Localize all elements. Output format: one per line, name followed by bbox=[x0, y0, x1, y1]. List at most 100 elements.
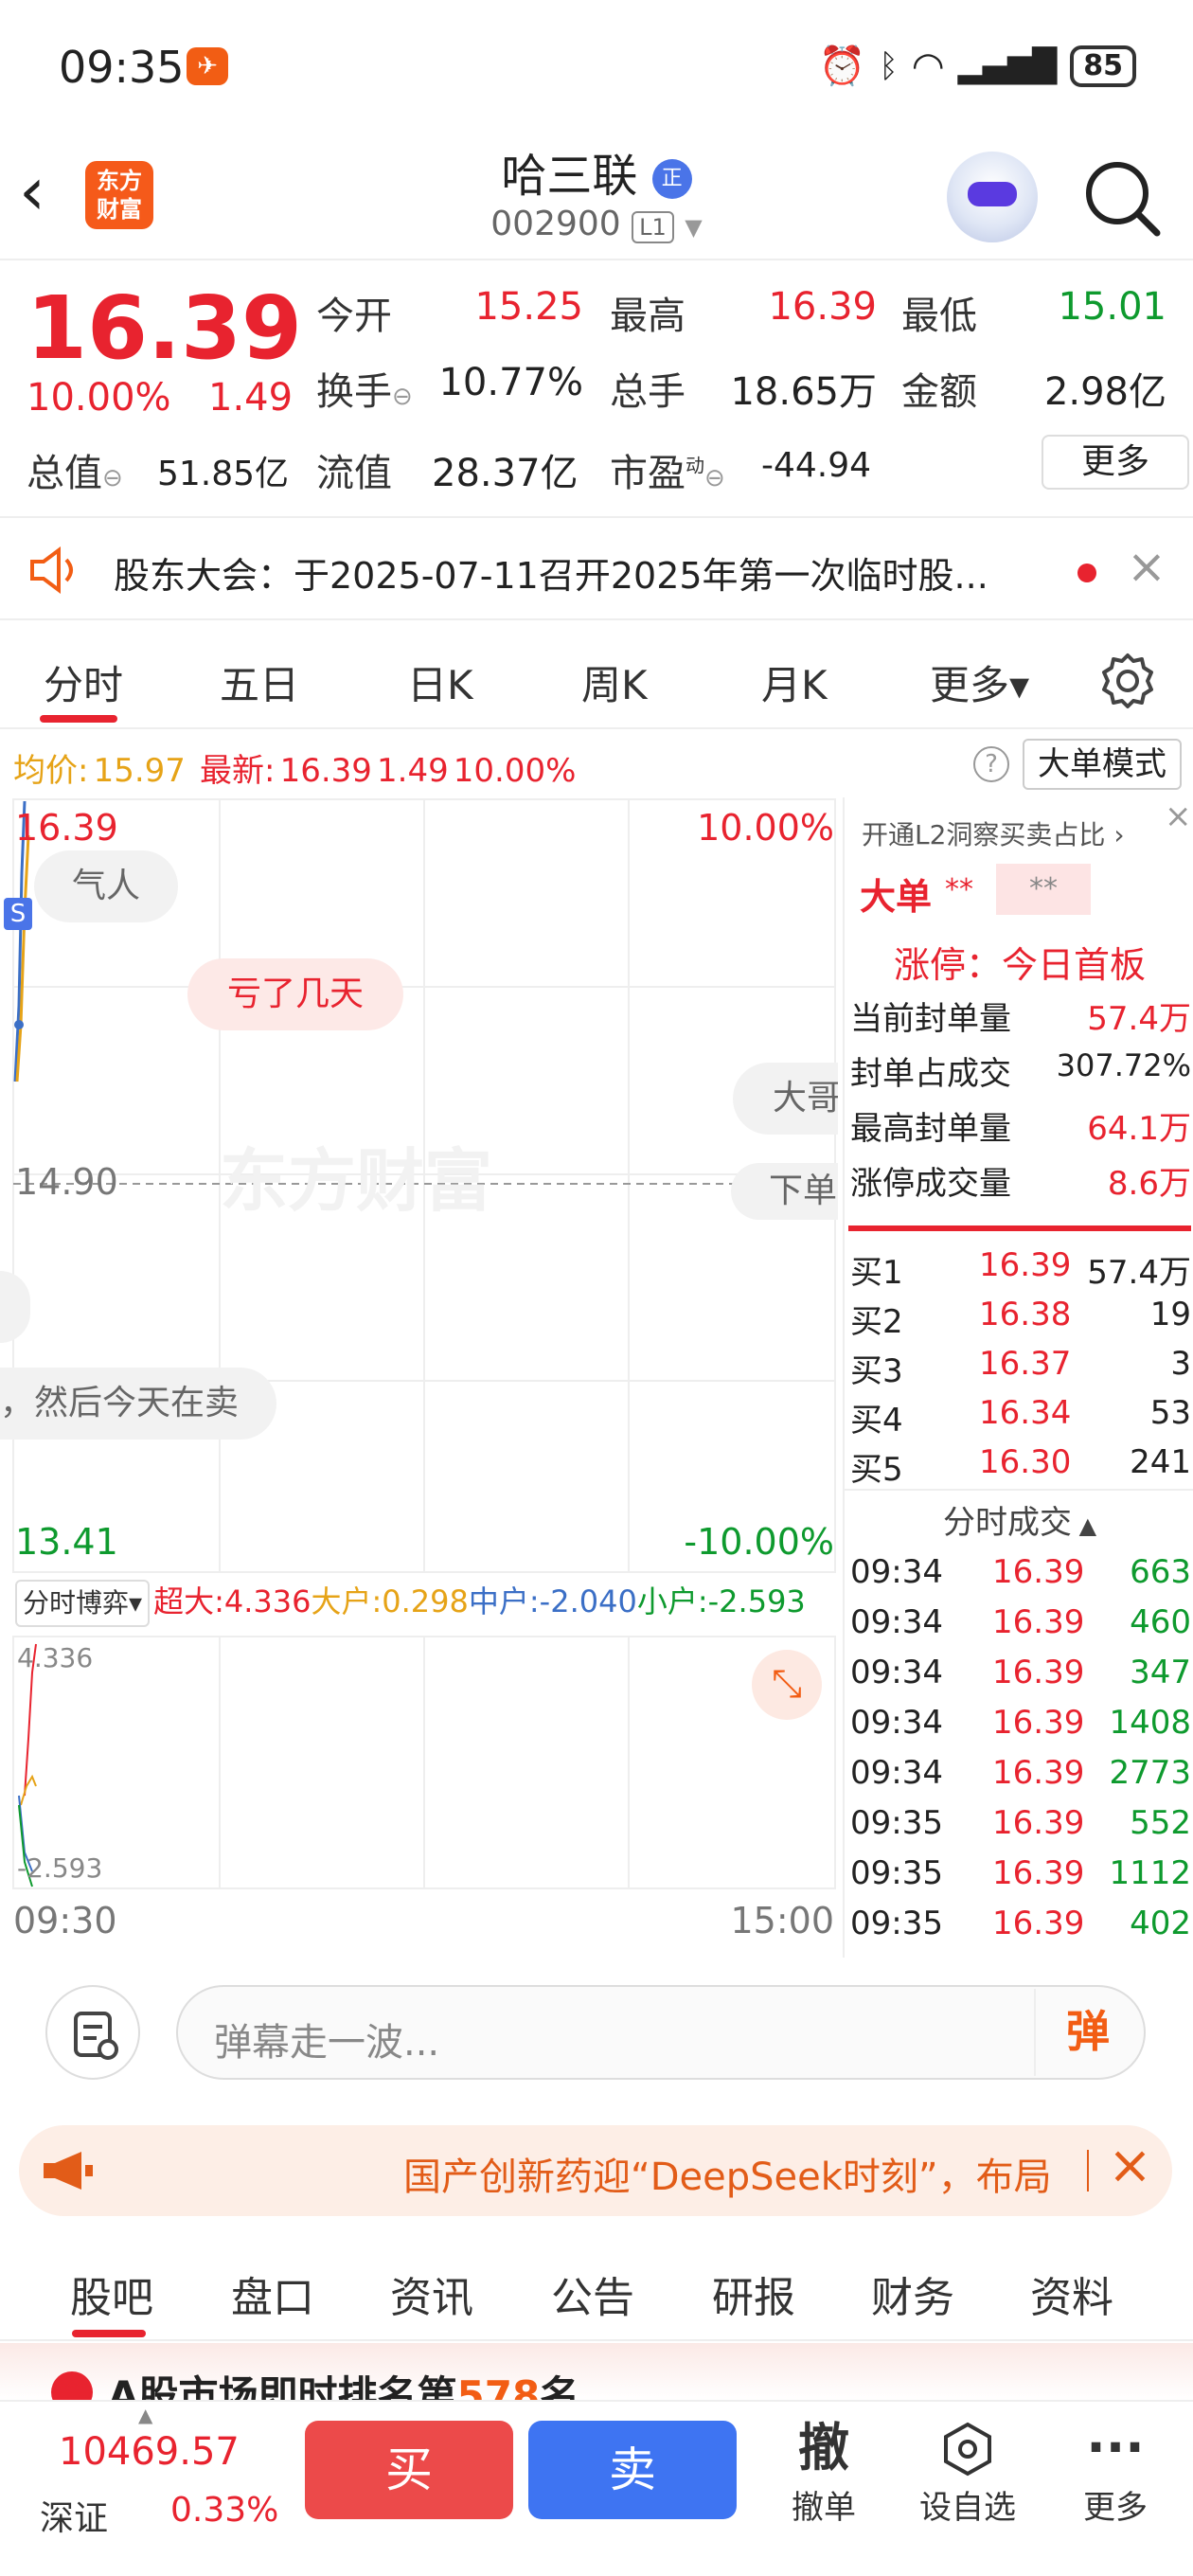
tab-profile[interactable]: 资料 bbox=[1030, 2263, 1113, 2324]
chart-bottom-price: 13.41 bbox=[15, 1521, 118, 1563]
back-icon[interactable]: ‹ bbox=[19, 153, 76, 229]
active-tab-indicator bbox=[40, 715, 117, 723]
level-badge: L1 bbox=[632, 211, 674, 243]
danmaku-send-button[interactable]: 弹 bbox=[1034, 1989, 1140, 2076]
tab-finance[interactable]: 财务 bbox=[871, 2263, 954, 2324]
active-tab-indicator bbox=[72, 2330, 146, 2337]
notice-text: 股东大会：于2025-07-11召开2025年第一次临时股... bbox=[114, 555, 988, 597]
change-amount: 1.49 bbox=[208, 376, 294, 420]
chart-top-price: 16.39 bbox=[15, 807, 118, 849]
pe-value: -44.94 bbox=[761, 446, 872, 485]
mid-label: 中户: bbox=[468, 1583, 540, 1619]
bluetooth-icon: ᛒ bbox=[879, 46, 899, 85]
low-value: 15.01 bbox=[1058, 285, 1166, 329]
tick-row: 09:35 16.39 1112 bbox=[850, 1854, 1191, 1892]
chevron-up-icon[interactable]: ▲ bbox=[138, 2404, 152, 2426]
tick-row: 09:35 16.39 552 bbox=[850, 1804, 1191, 1842]
limit-up-title: 涨停：今日首板 bbox=[893, 944, 1146, 986]
danmaku-comment[interactable]: 气人 bbox=[34, 850, 179, 922]
turnover-value: 10.77% bbox=[438, 361, 583, 404]
last-label: 最新: bbox=[200, 752, 276, 790]
search-icon[interactable] bbox=[1079, 155, 1165, 241]
big-order-label: 大单 bbox=[860, 876, 933, 918]
notification-icon: ✈ bbox=[187, 47, 228, 85]
tab-announcements[interactable]: 公告 bbox=[551, 2263, 634, 2324]
bid-row: 买5 16.30 241 bbox=[850, 1443, 1191, 1489]
tab-news[interactable]: 资讯 bbox=[390, 2263, 473, 2324]
more-actions-button[interactable]: ··· 更多 bbox=[1059, 2415, 1172, 2528]
tab-pankou[interactable]: 盘口 bbox=[231, 2263, 314, 2324]
stock-name: 哈三联 bbox=[501, 150, 638, 203]
time-end: 15:00 bbox=[730, 1900, 834, 1941]
tab-daily-k[interactable]: 日K bbox=[407, 653, 473, 711]
amount-label: 金额 bbox=[901, 370, 977, 414]
chart-tabs: 分时 五日 日K 周K 月K 更多▾ bbox=[0, 625, 1193, 729]
close-icon[interactable]: × bbox=[1127, 539, 1166, 594]
index-name: 深证 bbox=[40, 2499, 109, 2538]
buy-button[interactable]: 买 bbox=[305, 2421, 513, 2519]
mid-value: -2.040 bbox=[539, 1583, 637, 1619]
amount-value: 2.98亿 bbox=[1043, 370, 1166, 414]
index-value[interactable]: 10469.57 bbox=[59, 2430, 240, 2474]
ai-assistant-eyes bbox=[968, 182, 1017, 206]
chart-watermark: 东方财富 bbox=[220, 1141, 492, 1221]
intraday-chart[interactable]: 东方财富 16.39 10.00% 14.90 13.41 -10.00% S … bbox=[0, 797, 838, 1586]
l2-promo-link[interactable]: 开通L2洞察买卖占比 › bbox=[862, 814, 1125, 852]
expand-icon[interactable]: ⤡ bbox=[752, 1650, 822, 1720]
promo-divider bbox=[1087, 2150, 1089, 2191]
status-bar: 09:35 ✈ ⏰ ᛒ ◠ ▂▄▆█ 85 bbox=[0, 0, 1193, 133]
pe-label: 市盈动⊖ bbox=[610, 452, 725, 495]
help-icon[interactable]: ? bbox=[973, 746, 1009, 782]
danmaku-settings-icon[interactable] bbox=[45, 1985, 140, 2080]
stock-badge: 正 bbox=[651, 159, 692, 199]
flow-bottom-value: -2.593 bbox=[17, 1852, 103, 1884]
stock-code-block[interactable]: 002900 L1 ▼ bbox=[407, 205, 786, 243]
tick-row: 09:34 16.39 347 bbox=[850, 1654, 1191, 1691]
sell-button[interactable]: 卖 bbox=[528, 2421, 737, 2519]
big-order-mode-button[interactable]: 大单模式 bbox=[1023, 739, 1182, 790]
tab-monthly-k[interactable]: 月K bbox=[761, 653, 828, 711]
tab-weekly-k[interactable]: 周K bbox=[581, 653, 648, 711]
danmaku-comment[interactable]: 下单 bbox=[731, 1163, 838, 1220]
close-icon[interactable]: × bbox=[1108, 2135, 1152, 2196]
float-value: 28.37亿 bbox=[432, 452, 579, 495]
flow-legend: 分时博弈▾ 超大:4.336大户:0.298中户:-2.040小户:-2.593 bbox=[11, 1574, 838, 1633]
notice-bar[interactable]: 股东大会：于2025-07-11召开2025年第一次临时股... × bbox=[0, 516, 1193, 620]
super-label: 超大: bbox=[153, 1583, 224, 1619]
small-value: -2.593 bbox=[707, 1583, 806, 1619]
flow-chart-svg bbox=[12, 1636, 836, 1889]
add-watchlist-button[interactable]: 设自选 bbox=[911, 2415, 1024, 2528]
change-percent: 10.00% bbox=[27, 376, 171, 420]
app-logo[interactable]: 东方 财富 bbox=[85, 161, 153, 229]
tab-intraday[interactable]: 分时 bbox=[44, 653, 123, 711]
more-button[interactable]: 更多 bbox=[1042, 435, 1189, 490]
bottom-action-bar: ▲ 10469.57 深证 0.33% 买 卖 撤 撤单 设自选 ··· 更多 bbox=[0, 2400, 1193, 2576]
tab-guba[interactable]: 股吧 bbox=[70, 2263, 153, 2324]
tab-five-day[interactable]: 五日 bbox=[220, 653, 299, 711]
high-label: 最高 bbox=[610, 295, 686, 338]
chart-mid-price: 14.90 bbox=[15, 1161, 118, 1203]
promo-text: 国产创新药迎“DeepSeek时刻”，布局 bbox=[403, 2156, 1052, 2199]
ticks-title[interactable]: 分时成交 ▲ bbox=[845, 1496, 1193, 1543]
big-value: 0.298 bbox=[382, 1583, 469, 1619]
danmaku-comment[interactable]: 亏了几天 bbox=[187, 958, 404, 1030]
danmaku-comment[interactable]: 大哥 bbox=[733, 1063, 838, 1135]
tab-more[interactable]: 更多▾ bbox=[930, 653, 1029, 711]
close-icon[interactable]: × bbox=[1165, 797, 1192, 835]
promo-banner[interactable]: 国产创新药迎“DeepSeek时刻”，布局 × bbox=[19, 2125, 1172, 2216]
sell-marker[interactable]: S bbox=[4, 898, 32, 930]
status-time: 09:35 bbox=[59, 42, 185, 93]
tab-research[interactable]: 研报 bbox=[712, 2263, 795, 2324]
danmaku-comment[interactable]: ，然后今天在卖 bbox=[0, 1368, 277, 1440]
settings-gear-icon[interactable] bbox=[1098, 652, 1157, 710]
stock-name-block[interactable]: 哈三联 正 bbox=[407, 138, 786, 205]
stat-value: 57.4万 bbox=[1087, 1000, 1191, 1038]
stat-label: 当前封单量 bbox=[850, 1000, 1011, 1038]
tick-row: 09:35 16.39 402 bbox=[850, 1905, 1191, 1942]
cancel-order-button[interactable]: 撤 撤单 bbox=[767, 2415, 881, 2528]
flow-selector[interactable]: 分时博弈▾ bbox=[15, 1580, 151, 1627]
panel-divider bbox=[848, 1225, 1191, 1231]
logo-line2: 财富 bbox=[97, 196, 142, 223]
last-percent: 10.00% bbox=[453, 752, 577, 790]
quote-panel: 16.39 10.00% 1.49 今开 15.25 最高 16.39 最低 1… bbox=[0, 262, 1193, 509]
